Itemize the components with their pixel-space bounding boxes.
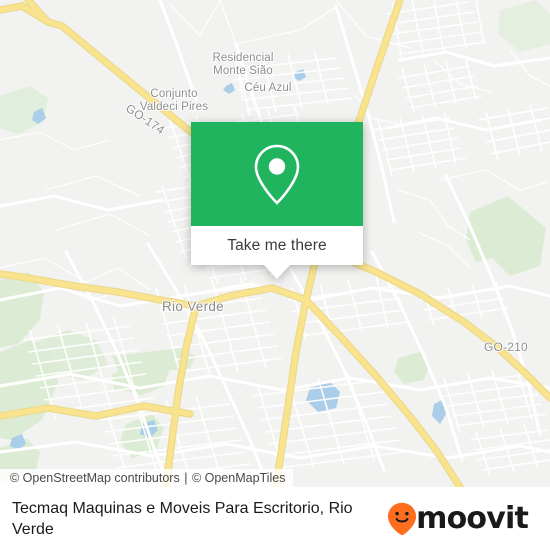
location-popup[interactable]: Take me there [191,122,363,279]
map-screenshot-root: Residencial Monte Sião Conjunto Valdeci … [0,0,550,550]
moovit-wordmark: moovit [416,500,529,536]
location-pin-icon [254,144,300,205]
attribution-osm[interactable]: © OpenStreetMap contributors [10,471,180,485]
take-me-there-button[interactable]: Take me there [191,226,363,265]
map-attribution: © OpenStreetMap contributors | © OpenMap… [0,469,294,487]
attribution-openmaptiles[interactable]: © OpenMapTiles [192,471,286,485]
place-title: Tecmaq Maquinas e Moveis Para Escritorio… [12,499,353,538]
take-me-there-label: Take me there [227,236,327,254]
moovit-logo[interactable]: moovit [387,502,538,536]
attribution-separator: | [184,471,188,485]
popup-pin-panel [191,122,363,226]
footer-bar: Tecmaq Maquinas e Moveis Para Escritorio… [0,487,550,550]
moovit-smiley-pin-icon [388,502,417,535]
map-canvas[interactable]: Residencial Monte Sião Conjunto Valdeci … [0,0,550,487]
popup-tail [264,265,290,279]
